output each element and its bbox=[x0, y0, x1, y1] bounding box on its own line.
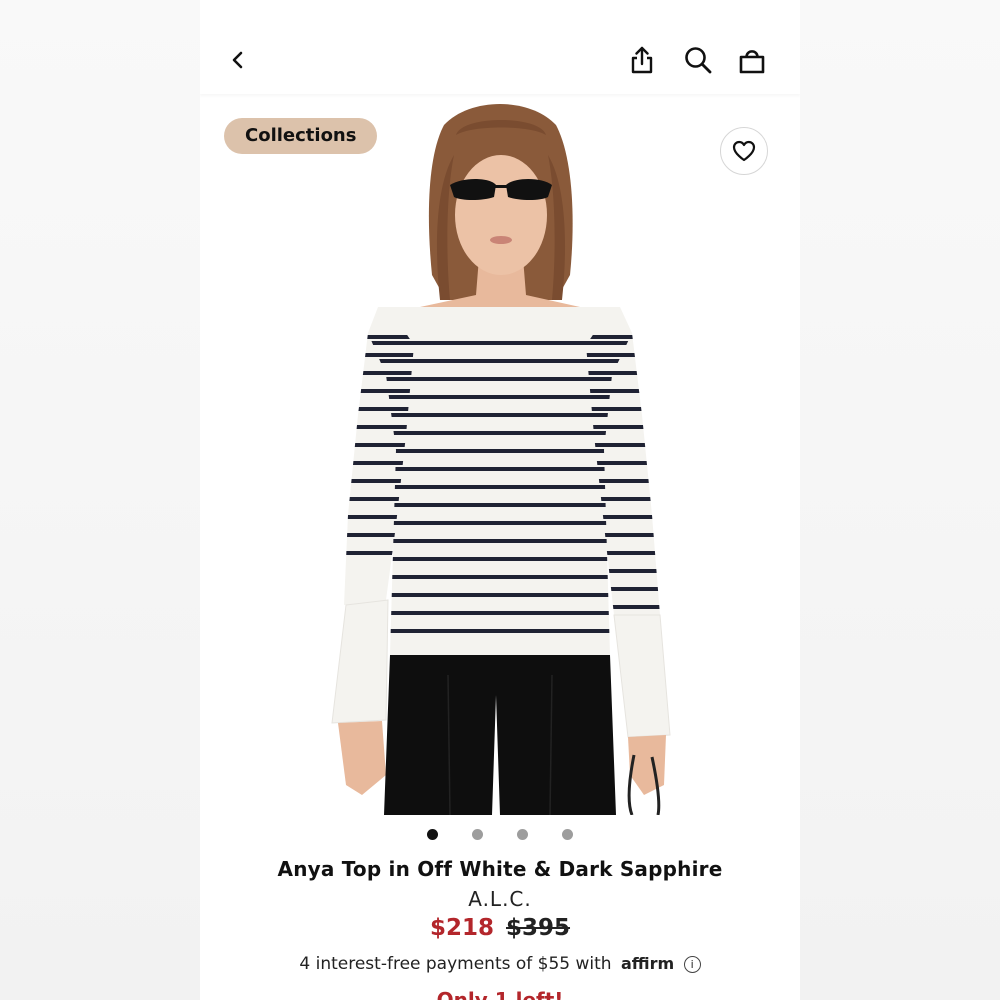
carousel-dot-4[interactable] bbox=[562, 829, 573, 840]
installment-text: 4 interest-free payments of $55 with bbox=[299, 954, 612, 974]
price-row: $218 $395 bbox=[200, 915, 800, 941]
back-button[interactable] bbox=[218, 40, 258, 80]
carousel-dot-1[interactable] bbox=[427, 829, 438, 840]
search-icon bbox=[685, 47, 712, 74]
background-right bbox=[800, 0, 1000, 1000]
carousel-dot-3[interactable] bbox=[517, 829, 528, 840]
share-button[interactable] bbox=[622, 40, 662, 80]
top-nav-bar bbox=[200, 0, 800, 94]
stock-notice: Only 1 left! bbox=[436, 988, 564, 1000]
sale-price: $218 bbox=[429, 915, 494, 941]
carousel-indicator bbox=[200, 829, 800, 843]
product-page: Collections Anya Top in Off White & Dark… bbox=[200, 0, 800, 1000]
carousel-dot-2[interactable] bbox=[472, 829, 483, 840]
product-title: Anya Top in Off White & Dark Sapphire bbox=[277, 857, 723, 881]
chevron-left-icon bbox=[232, 51, 243, 69]
product-brand[interactable]: A.L.C. bbox=[200, 887, 800, 911]
background-left bbox=[0, 0, 200, 1000]
cart-button[interactable] bbox=[732, 40, 772, 80]
model-photo bbox=[200, 95, 800, 816]
affirm-logo: affirm bbox=[621, 954, 675, 973]
original-price: $395 bbox=[506, 915, 571, 941]
collections-label: Collections bbox=[245, 125, 357, 146]
share-icon bbox=[631, 46, 653, 74]
shopping-bag-icon bbox=[739, 50, 765, 74]
collections-button[interactable]: Collections bbox=[224, 118, 378, 154]
installment-info: 4 interest-free payments of $55 with aff… bbox=[200, 954, 800, 974]
product-image[interactable] bbox=[200, 95, 800, 816]
favorite-button[interactable] bbox=[720, 127, 768, 175]
info-icon[interactable]: i bbox=[683, 956, 701, 973]
heart-icon bbox=[732, 140, 756, 162]
search-button[interactable] bbox=[678, 40, 718, 80]
